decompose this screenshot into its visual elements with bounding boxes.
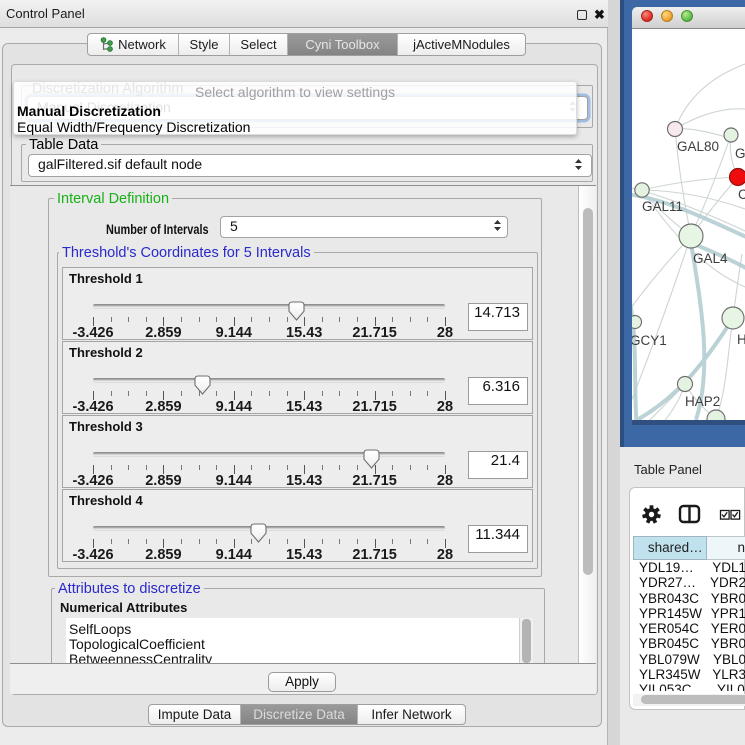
- svg-text:HAP2: HAP2: [685, 394, 720, 409]
- svg-text:H: H: [737, 332, 745, 347]
- svg-text:GAL11: GAL11: [642, 199, 683, 214]
- svg-text:GAL80: GAL80: [677, 139, 719, 154]
- svg-text:GCY1: GCY1: [632, 333, 667, 348]
- svg-text:GA: GA: [735, 146, 745, 161]
- svg-text:GAL4: GAL4: [693, 251, 728, 266]
- svg-text:C: C: [738, 187, 745, 202]
